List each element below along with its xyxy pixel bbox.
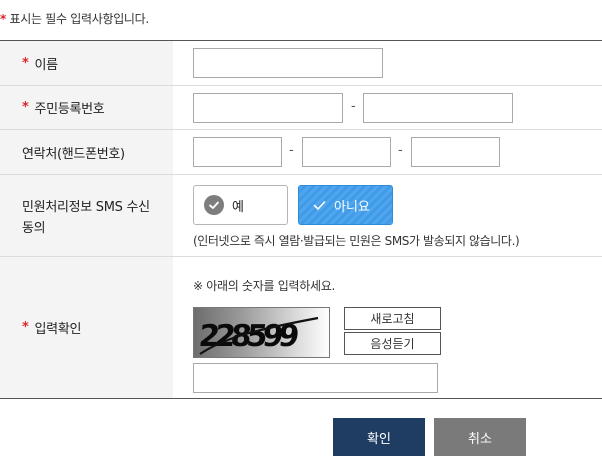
contact-separator-1: - [289,143,294,158]
captcha-image: 228599 [193,307,330,358]
contact-first-input[interactable] [193,137,282,167]
sms-consent-yes-label: 예 [232,199,244,215]
required-mark: * [22,320,29,335]
confirm-button[interactable]: 확인 [333,418,425,456]
captcha-label-text: 입력확인 [34,322,82,337]
row-captcha: * 입력확인 ※ 아래의 숫자를 입력하세요. 228599 새로고침 음성듣기 [0,257,602,399]
resident-number-first-input[interactable] [193,93,343,123]
required-note: * 표시는 필수 입력사항입니다. [0,10,149,27]
resident-number-label: * 주민등록번호 [0,86,173,129]
captcha-audio-button[interactable]: 음성듣기 [344,332,441,355]
row-name: * 이름 [0,41,602,86]
sms-consent-no-option[interactable]: 아니요 [298,185,393,225]
sms-consent-label-line2: 동의 [22,220,46,236]
contact-label-text: 연락처(핸드폰번호) [22,146,125,162]
name-label-text: 이름 [34,57,59,73]
resident-number-second-input[interactable] [363,93,513,123]
captcha-label: * 입력확인 [0,257,173,398]
check-icon [313,200,326,211]
captcha-refresh-button[interactable]: 새로고침 [344,307,441,330]
captcha-instruction: ※ 아래의 숫자를 입력하세요. [193,279,335,293]
sms-consent-no-label: 아니요 [334,199,370,215]
resident-number-label-text: 주민등록번호 [34,102,105,117]
resident-number-separator: - [351,99,356,114]
check-circle-icon [204,195,224,215]
captcha-field-cell: ※ 아래의 숫자를 입력하세요. 228599 새로고침 음성듣기 [173,257,602,398]
name-label: * 이름 [0,41,173,85]
contact-third-input[interactable] [411,137,500,167]
form-table: * 이름 * 주민등록번호 - 연락처(핸드폰번호) - - 민원처리정보 SM… [0,40,602,399]
cancel-button[interactable]: 취소 [434,418,526,456]
name-field-cell [173,41,602,85]
contact-second-input[interactable] [302,137,391,167]
contact-label: 연락처(핸드폰번호) [0,130,173,174]
required-mark: * [0,12,6,26]
sms-consent-yes-option[interactable]: 예 [193,185,288,225]
sms-consent-label-line1: 민원처리정보 SMS 수신 [22,199,150,215]
required-mark: * [22,100,29,115]
contact-field-cell: - - [173,130,602,174]
required-mark: * [22,55,29,71]
contact-separator-2: - [398,143,403,158]
row-resident-number: * 주민등록번호 - [0,86,602,130]
sms-consent-label: 민원처리정보 SMS 수신 동의 [0,175,173,256]
name-input[interactable] [193,48,383,78]
captcha-input[interactable] [193,363,438,393]
resident-number-field-cell: - [173,86,602,129]
sms-consent-note: (인터넷으로 즉시 열람·발급되는 민원은 SMS가 발송되지 않습니다.) [193,234,520,248]
sms-consent-field-cell: 예 아니요 (인터넷으로 즉시 열람·발급되는 민원은 SMS가 발송되지 않습… [173,175,602,256]
required-note-text: 표시는 필수 입력사항입니다. [9,12,150,26]
row-contact: 연락처(핸드폰번호) - - [0,130,602,175]
row-sms-consent: 민원처리정보 SMS 수신 동의 예 아니요 (인터넷으로 즉시 열람·발급되는… [0,175,602,257]
